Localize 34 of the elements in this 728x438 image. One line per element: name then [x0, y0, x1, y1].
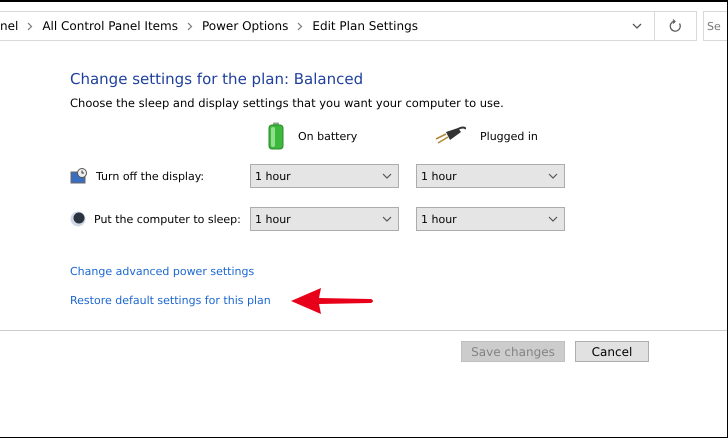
time-dropdown[interactable]: 1 hour: [416, 207, 565, 231]
setting-label: Put the computer to sleep:: [94, 212, 241, 226]
refresh-button[interactable]: [655, 11, 697, 41]
arrow-icon: [290, 286, 375, 316]
column-header: On battery: [298, 130, 358, 142]
description-text: Choose the sleep and display settings that you want your computer to use.: [70, 96, 505, 110]
dropdown-icon: [548, 173, 558, 179]
setting-label: Turn off the display:: [96, 170, 204, 182]
breadcrumb[interactable]: nel: [0, 19, 18, 33]
address-bar[interactable]: nel All Control Panel Items Power Options Edit Plan Settings: [0, 11, 655, 41]
plug-icon: [434, 126, 466, 146]
refresh-icon: [668, 19, 682, 33]
page-heading: Change settings for the plan: Balanced: [70, 70, 364, 88]
dropdown-icon: [382, 173, 392, 179]
breadcrumb[interactable]: All Control Panel Items: [42, 19, 178, 33]
search-field[interactable]: Se: [703, 11, 727, 41]
breadcrumb[interactable]: Power Options: [202, 19, 288, 33]
moon-icon: [70, 211, 86, 227]
time-dropdown[interactable]: 1 hour: [416, 164, 565, 188]
settings-link[interactable]: Restore default settings for this plan: [70, 294, 271, 307]
time-dropdown[interactable]: 1 hour: [250, 207, 399, 231]
column-header: Plugged in: [480, 130, 538, 142]
dropdown-icon: [382, 216, 392, 222]
settings-link[interactable]: Change advanced power settings: [70, 265, 254, 278]
breadcrumb[interactable]: Edit Plan Settings: [312, 19, 418, 33]
dropdown-icon: [548, 216, 558, 222]
battery-icon: [268, 122, 284, 150]
cancel-button[interactable]: Cancel: [575, 341, 649, 362]
chevron-icon: [27, 22, 34, 30]
chevron-icon: [186, 22, 193, 30]
monitor-clock-icon: [70, 168, 88, 184]
dropdown-icon[interactable]: [632, 23, 642, 29]
chevron-icon: [297, 22, 304, 30]
time-dropdown[interactable]: 1 hour: [250, 164, 399, 188]
